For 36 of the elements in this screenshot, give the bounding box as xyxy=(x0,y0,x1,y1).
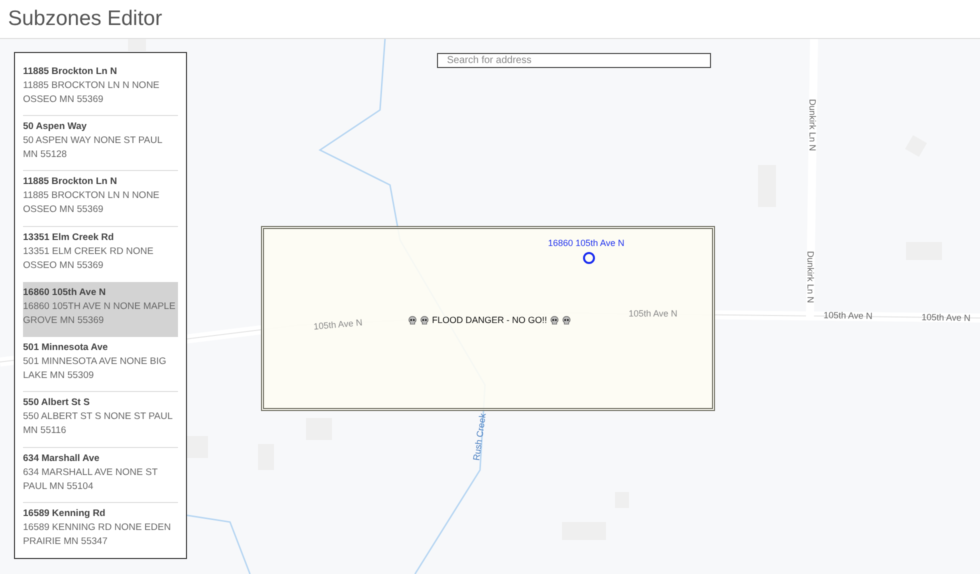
address-name: 11885 Brockton Ln N xyxy=(23,175,118,190)
street-label: Dunkirk Ln N xyxy=(808,98,816,152)
address-details: 11885 BROCKTON LN N NONE OSSEO MN 55369 xyxy=(23,79,160,107)
street-label: 105th Ave N xyxy=(824,311,872,321)
skull-icon xyxy=(562,316,572,326)
address-details: 11885 BROCKTON LN N NONE OSSEO MN 55369 xyxy=(23,189,160,218)
street-label: 105th Ave N xyxy=(313,318,363,332)
location-marker[interactable] xyxy=(583,252,595,264)
address-name: 501 Minnesota Ave xyxy=(23,341,109,356)
marker-label: 16860 105th Ave N xyxy=(548,237,624,250)
address-details: 50 ASPEN WAY NONE ST PAUL MN 55128 xyxy=(23,134,164,162)
address-name: 16860 105th Ave N xyxy=(23,286,107,300)
street-label: Rush Creek xyxy=(472,412,488,462)
address-name: 50 Aspen Way xyxy=(23,120,88,134)
address-details: 16589 KENNING RD NONE EDEN PRAIRIE MN 55347 xyxy=(23,520,172,549)
street-label: 105th Ave N xyxy=(628,310,678,318)
address-name: 13351 Elm Creek Rd xyxy=(23,230,115,245)
zone-warning-text: FLOOD DANGER - NO GO!! xyxy=(432,314,548,327)
skull-icon xyxy=(550,316,560,326)
address-details: 16860 105TH AVE N NONE MAPLE GROVE MN 55369 xyxy=(23,300,176,328)
address-name: 634 Marshall Ave xyxy=(23,452,100,466)
address-list-item[interactable]: 16860 105th Ave N 16860 105TH AVE N NONE MAPLE GROVE MN 55369 xyxy=(23,282,178,338)
address-details: 13351 ELM CREEK RD NONE OSSEO MN 55369 xyxy=(23,244,154,273)
street-label: 105th Ave N xyxy=(922,313,970,323)
address-name: 11885 Brockton Ln N xyxy=(23,65,118,79)
skull-icon xyxy=(408,316,417,326)
address-details: 501 MINNESOTA AVE NONE BIG LAKE MN 55309 xyxy=(23,355,168,384)
address-name: 16589 Kenning Rd xyxy=(23,506,106,521)
address-list-item[interactable]: 634 Marshall Ave 634 MARSHALL AVE NONE ST PAUL MN 55104 xyxy=(23,448,178,503)
skull-icon xyxy=(420,316,429,326)
address-name: 550 Albert St S xyxy=(23,396,91,410)
address-details: 550 ALBERT ST S NONE ST PAUL MN 55116 xyxy=(23,410,174,438)
search-field[interactable]: Search for address xyxy=(437,53,711,68)
street-label: Dunkirk Ln N xyxy=(806,250,814,304)
page-title: Subzones Editor xyxy=(8,6,162,32)
address-details: 634 MARSHALL AVE NONE ST PAUL MN 55104 xyxy=(23,466,158,494)
